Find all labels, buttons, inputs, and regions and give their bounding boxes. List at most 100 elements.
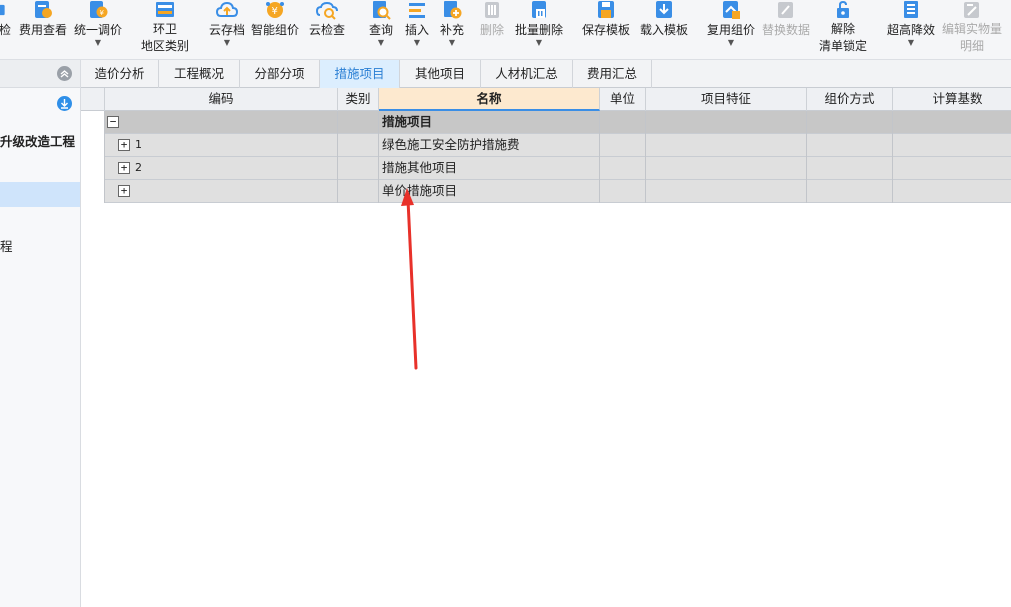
chevron-down-icon: ▼ xyxy=(223,38,231,47)
header-category[interactable]: 类别 xyxy=(338,88,379,111)
table-row[interactable]: − 措施项目 xyxy=(81,111,1011,134)
cell-calc-base[interactable] xyxy=(893,180,1011,203)
cell-code[interactable]: + 1 xyxy=(105,134,338,157)
batch-delete-button[interactable]: 批量删除 ▼ xyxy=(512,0,566,58)
project-tree-panel: 升级改造工程 程 xyxy=(0,60,81,607)
cell-calc-base[interactable] xyxy=(893,134,1011,157)
replace-data-button[interactable]: 替换数据 xyxy=(760,0,812,58)
header-calc-base[interactable]: 计算基数 xyxy=(893,88,1011,111)
header-item-features[interactable]: 项目特征 xyxy=(646,88,807,111)
edit-quantity-icon xyxy=(964,2,979,18)
smart-pricing-icon: ¥ xyxy=(266,2,284,18)
cell-name[interactable]: 措施其他项目 xyxy=(379,157,600,180)
tab-fee-summary[interactable]: 费用汇总 xyxy=(573,60,652,88)
check-icon xyxy=(0,4,5,16)
tree-item-upgrade-project[interactable]: 升级改造工程 xyxy=(0,131,75,150)
reuse-pricing-button[interactable]: 复用组价 ▼ xyxy=(704,0,758,58)
batch-delete-icon xyxy=(532,1,546,18)
download-icon[interactable] xyxy=(57,96,72,111)
fee-view-button[interactable]: 费用查看 xyxy=(18,0,68,58)
tab-other-items[interactable]: 其他项目 xyxy=(400,60,481,88)
insert-icon xyxy=(409,3,425,18)
header-unit[interactable]: 单位 xyxy=(600,88,646,111)
sanitation-region-button[interactable]: 环卫 地区类别 xyxy=(138,0,192,58)
tree-item-selected[interactable] xyxy=(0,182,80,207)
edit-quantity-button[interactable]: 编辑实物量 明细 xyxy=(940,0,1004,58)
high-efficiency-button[interactable]: 超高降效 ▼ xyxy=(884,0,938,58)
svg-text:¥: ¥ xyxy=(272,6,278,17)
unlock-list-button[interactable]: 解除 清单锁定 xyxy=(816,0,870,58)
cell-category[interactable] xyxy=(338,157,379,180)
header-name[interactable]: 名称 xyxy=(379,88,600,111)
expand-icon[interactable]: + xyxy=(118,162,130,174)
insert-button[interactable]: 插入 ▼ xyxy=(402,0,432,58)
table-row[interactable]: + 2 措施其他项目 xyxy=(81,157,1011,180)
header-code[interactable]: 编码 xyxy=(105,88,338,111)
unlock-list-icon xyxy=(837,0,849,18)
query-icon xyxy=(373,1,391,20)
table-row[interactable]: + 单价措施项目 xyxy=(81,180,1011,203)
chevron-down-icon: ▼ xyxy=(413,38,421,47)
chevron-down-icon: ▼ xyxy=(535,38,543,47)
load-template-button[interactable]: 载入模板 xyxy=(637,0,691,58)
cell-item-features[interactable] xyxy=(646,111,807,134)
cell-code[interactable]: − xyxy=(105,111,338,134)
delete-button[interactable]: 删除 xyxy=(477,0,507,58)
cell-item-features[interactable] xyxy=(646,157,807,180)
chevron-down-icon: ▼ xyxy=(907,38,915,47)
cell-category[interactable] xyxy=(338,134,379,157)
cell-category[interactable] xyxy=(338,180,379,203)
cell-item-features[interactable] xyxy=(646,134,807,157)
cell-unit[interactable] xyxy=(600,157,646,180)
smart-pricing-button[interactable]: ¥ 智能组价 xyxy=(250,0,300,58)
collapse-icon[interactable]: − xyxy=(107,116,119,128)
ribbon-toolbar: 检 费用查看 ¥ 统一调价 ▼ 环卫 地区类别 云存档 ▼ ¥ 智能组价 云检查… xyxy=(0,0,1011,60)
chevron-down-icon: ▼ xyxy=(377,38,385,47)
cell-unit[interactable] xyxy=(600,180,646,203)
query-button[interactable]: 查询 ▼ xyxy=(366,0,396,58)
tab-sub-items[interactable]: 分部分项 xyxy=(240,60,320,88)
cell-name[interactable]: 单价措施项目 xyxy=(379,180,600,203)
expand-icon[interactable]: + xyxy=(118,139,130,151)
save-template-button[interactable]: 保存模板 xyxy=(579,0,633,58)
cell-name[interactable]: 绿色施工安全防护措施费 xyxy=(379,134,600,157)
collapse-up-icon[interactable] xyxy=(57,66,72,81)
cell-code[interactable]: + 2 xyxy=(105,157,338,180)
tab-measure-items[interactable]: 措施项目 xyxy=(320,60,400,88)
measure-items-table: 编码 类别 名称 单位 项目特征 组价方式 计算基数 − 措施项目 + 1 绿色… xyxy=(81,88,1011,607)
tab-cost-analysis[interactable]: 造价分析 xyxy=(81,60,159,88)
unify-price-button[interactable]: ¥ 统一调价 ▼ xyxy=(73,0,123,58)
supplement-button[interactable]: 补充 ▼ xyxy=(437,0,467,58)
cell-pricing-method[interactable] xyxy=(807,134,893,157)
tab-bar: 造价分析 工程概况 分部分项 措施项目 其他项目 人材机汇总 费用汇总 xyxy=(81,60,1011,88)
cell-pricing-method[interactable] xyxy=(807,157,893,180)
tab-project-overview[interactable]: 工程概况 xyxy=(159,60,240,88)
cell-name[interactable]: 措施项目 xyxy=(379,111,600,134)
supplement-icon xyxy=(444,1,462,19)
chevron-down-icon: ▼ xyxy=(727,38,735,47)
reuse-pricing-icon xyxy=(723,1,740,19)
cell-calc-base[interactable] xyxy=(893,111,1011,134)
cloud-check-button[interactable]: 云检查 xyxy=(307,0,347,58)
project-tree-header xyxy=(0,60,80,88)
replace-data-icon xyxy=(778,2,793,18)
cell-code[interactable]: + xyxy=(105,180,338,203)
table-row[interactable]: + 1 绿色施工安全防护措施费 xyxy=(81,134,1011,157)
cell-pricing-method[interactable] xyxy=(807,180,893,203)
cell-unit[interactable] xyxy=(600,111,646,134)
expand-icon[interactable]: + xyxy=(118,185,130,197)
cell-category[interactable] xyxy=(338,111,379,134)
cell-item-features[interactable] xyxy=(646,180,807,203)
sanitation-region-icon xyxy=(156,2,174,17)
cell-calc-base[interactable] xyxy=(893,157,1011,180)
chevron-down-icon: ▼ xyxy=(448,38,456,47)
header-pricing-method[interactable]: 组价方式 xyxy=(807,88,893,111)
tab-labor-material-summary[interactable]: 人材机汇总 xyxy=(481,60,573,88)
cell-unit[interactable] xyxy=(600,134,646,157)
cloud-archive-button[interactable]: 云存档 ▼ xyxy=(207,0,247,58)
tree-item-project[interactable]: 程 xyxy=(0,236,13,255)
cloud-check-icon xyxy=(316,1,338,20)
cell-pricing-method[interactable] xyxy=(807,111,893,134)
high-efficiency-icon xyxy=(904,1,918,18)
check-button[interactable]: 检 xyxy=(0,0,13,58)
